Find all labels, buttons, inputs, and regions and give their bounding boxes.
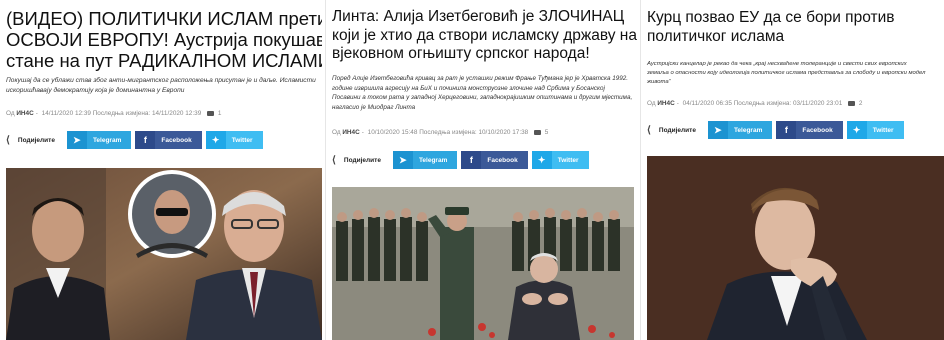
share-label: Подијелите [17,136,55,144]
author-link[interactable]: ИН4С [657,100,674,107]
share-icon: ⟨ [647,124,651,136]
modified-date: 10/10/2020 17:38 [478,129,529,136]
telegram-icon: ➤ [392,151,413,169]
article-card-1: (ВИДЕО) ПОЛИТИЧКИ ИСЛАМ прети да ОСВОЈИ … [0,0,322,340]
share-button[interactable]: ⟨ Подијелите [332,151,389,169]
twitter-icon: ✦ [531,151,552,169]
facebook-share-button[interactable]: f Facebook [461,151,528,169]
excerpt-line: нагласио је Миодраг Линта [332,103,416,111]
twitter-label: Twitter [551,151,589,169]
title-line: Курц позвао ЕУ да се бори против [647,9,895,26]
excerpt-line: године извршила агресију на БиХ и почини… [332,84,605,92]
title-line: вјековном огњишту српског народа! [332,45,590,62]
excerpt-line: искоришћавају демократију која је домина… [6,87,185,94]
article-meta: Од ИН4С - 04/11/2020 06:35 Последња измје… [647,100,863,107]
twitter-share-button[interactable]: ✦ Twitter [205,131,263,149]
telegram-share-button[interactable]: ➤ Telegram [66,131,132,149]
excerpt-line: Аустријски канцелар је рекао да чека „кр… [647,61,907,67]
article-excerpt: Покушај да се ублажи став због анти-мигр… [6,76,316,96]
excerpt-line: Поред Алије Изетбеговића кривац за рат ј… [332,75,629,82]
article-meta: Од ИН4С - 14/11/2020 12:39 Последња измје… [6,110,222,117]
excerpt-line: Посавини а током рата у западној Херцего… [332,94,633,102]
excerpt-line: земаља о опасности коју идеологија полит… [647,70,926,76]
share-button[interactable]: ⟨ Подијелите [647,121,704,139]
facebook-label: Facebook [155,131,202,149]
modified-label: Последња измјена: [92,110,151,117]
modified-date: 03/11/2020 23:01 [792,100,843,107]
twitter-share-button[interactable]: ✦ Twitter [846,121,904,139]
share-label: Подијелите [343,156,381,164]
article-title[interactable]: Курц позвао ЕУ да се бори против политич… [647,8,894,46]
share-icon: ⟨ [332,154,336,166]
comment-count[interactable]: 1 [218,110,222,117]
telegram-share-button[interactable]: ➤ Telegram [392,151,458,169]
article-photo-image [332,187,634,340]
share-icon: ⟨ [6,134,10,146]
telegram-icon: ➤ [707,121,728,139]
excerpt-line: Покушај да се ублажи став због анти-мигр… [6,77,316,84]
telegram-share-button[interactable]: ➤ Telegram [707,121,773,139]
modified-date: 14/11/2020 12:39 [151,110,202,117]
facebook-label: Facebook [796,121,843,139]
twitter-share-button[interactable]: ✦ Twitter [531,151,589,169]
telegram-label: Telegram [412,151,458,169]
twitter-label: Twitter [866,121,904,139]
article-card-2: Линта: Алија Изетбеговић је ЗЛОЧИНАЦ кој… [325,0,637,340]
share-bar: ⟨ Подијелите ➤ Telegram f Facebook ✦ Twi… [647,121,904,139]
twitter-label: Twitter [225,131,263,149]
article-title[interactable]: (ВИДЕО) ПОЛИТИЧКИ ИСЛАМ прети да ОСВОЈИ … [6,8,322,71]
article-photo[interactable] [6,168,322,340]
twitter-icon: ✦ [205,131,226,149]
article-excerpt: Поред Алије Изетбеговића кривац за рат ј… [332,74,632,112]
share-button[interactable]: ⟨ Подијелите [6,131,63,149]
published-date: 10/10/2020 15:48 [367,129,418,136]
article-photo[interactable] [647,156,944,340]
telegram-icon: ➤ [66,131,87,149]
share-label: Подијелите [658,126,696,134]
facebook-share-button[interactable]: f Facebook [776,121,843,139]
title-line: политичког ислама [647,28,785,45]
title-line: који је хтио да створи исламску државу н… [332,26,637,44]
share-bar: ⟨ Подијелите ➤ Telegram f Facebook ✦ Twi… [332,151,589,169]
twitter-icon: ✦ [846,121,867,139]
published-date: 14/11/2020 12:39 [41,110,91,117]
telegram-label: Telegram [727,121,773,139]
article-photo-image [6,168,322,340]
facebook-icon: f [135,131,156,149]
published-date: 04/11/2020 06:35 [682,100,732,107]
comment-count[interactable]: 2 [859,100,863,107]
article-excerpt: Аустријски канцелар је рекао да чека „кр… [647,60,925,87]
comment-count[interactable]: 5 [545,129,549,136]
facebook-label: Facebook [481,151,528,169]
modified-label: Последња измјена: [419,129,477,136]
article-card-3: Курц позвао ЕУ да се бори против политич… [640,0,944,340]
excerpt-line: живота“ [647,79,671,85]
facebook-icon: f [776,121,797,139]
meta-by: Од [6,110,15,117]
article-photo[interactable] [332,187,634,340]
title-line: ОСВОЈИ ЕВРОПУ! Аустрија покушава да [6,29,322,50]
title-line: (ВИДЕО) ПОЛИТИЧКИ ИСЛАМ прети да [6,8,322,29]
title-line: стане на пут РАДИКАЛНОМ ИСЛАМИЗМУ! [6,50,322,71]
comment-icon[interactable] [534,129,541,135]
author-link[interactable]: ИН4С [16,110,33,117]
facebook-share-button[interactable]: f Facebook [135,131,202,149]
article-title[interactable]: Линта: Алија Изетбеговић је ЗЛОЧИНАЦ кој… [332,8,637,64]
meta-by: Од [332,129,341,136]
telegram-label: Telegram [86,131,132,149]
article-meta: Од ИН4С - 10/10/2020 15:48 Последња измје… [332,129,549,136]
facebook-icon: f [461,151,482,169]
title-line: Линта: Алија Изетбеговић је ЗЛОЧИНАЦ [332,8,625,25]
meta-by: Од [647,100,656,107]
modified-label: Последња измјена: [733,100,792,107]
share-bar: ⟨ Подијелите ➤ Telegram f Facebook ✦ Twi… [6,131,263,149]
article-photo-image [647,156,944,340]
author-link[interactable]: ИН4С [342,129,359,136]
comment-icon[interactable] [848,100,856,106]
comment-icon[interactable] [207,110,215,116]
